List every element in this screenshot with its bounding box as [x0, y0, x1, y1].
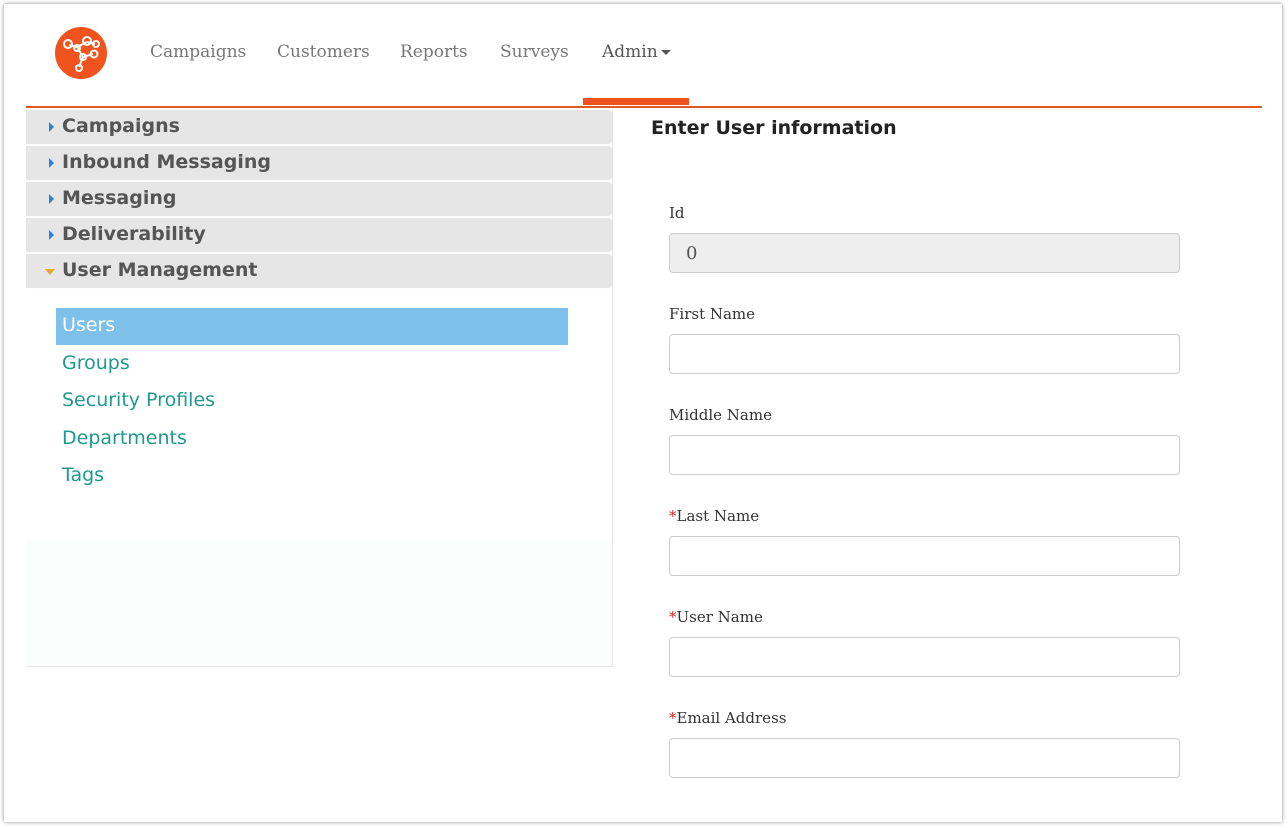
required-marker: * [669, 608, 677, 626]
section-label: Deliverability [62, 223, 206, 245]
first-name-label: First Name [669, 305, 756, 323]
id-label: Id [669, 204, 685, 222]
section-label: Campaigns [62, 115, 180, 137]
sidebar-section-user-management[interactable]: User Management [26, 254, 612, 288]
sidebar-item-label: Groups [62, 352, 130, 374]
sidebar-section-deliverability[interactable]: Deliverability [26, 218, 612, 252]
sidebar-section-messaging[interactable]: Messaging [26, 182, 612, 216]
sidebar-item-label: Tags [62, 464, 105, 486]
sidebar-item-label: Departments [62, 427, 187, 449]
sidebar: Campaigns Inbound Messaging Messaging De… [26, 110, 613, 667]
nav-customers[interactable]: Customers [277, 42, 370, 62]
nav-reports[interactable]: Reports [400, 42, 468, 62]
caret-right-icon [49, 230, 54, 240]
sidebar-item-users[interactable]: Users [56, 308, 568, 345]
nav-campaigns[interactable]: Campaigns [150, 42, 246, 62]
id-field[interactable] [669, 233, 1180, 273]
section-label: Inbound Messaging [62, 151, 271, 173]
caret-right-icon [49, 158, 54, 168]
required-marker: * [669, 709, 677, 727]
header-divider [26, 106, 1262, 108]
first-name-field[interactable] [669, 334, 1180, 374]
section-label: User Management [62, 259, 258, 281]
sidebar-section-inbound-messaging[interactable]: Inbound Messaging [26, 146, 612, 180]
nav-admin-label: Admin [602, 42, 658, 62]
user-name-label: *User Name [669, 608, 763, 626]
user-name-field[interactable] [669, 637, 1180, 677]
sidebar-item-security-profiles[interactable]: Security Profiles [56, 383, 568, 420]
email-label: *Email Address [669, 709, 786, 727]
sidebar-item-label: Users [62, 314, 116, 336]
caret-down-icon [45, 269, 55, 275]
sidebar-item-tags[interactable]: Tags [56, 458, 568, 495]
sidebar-item-label: Security Profiles [62, 389, 216, 411]
email-field[interactable] [669, 738, 1180, 778]
caret-right-icon [49, 194, 54, 204]
brand-logo-icon[interactable] [55, 27, 107, 79]
user-name-label-text: User Name [676, 608, 763, 626]
middle-name-field[interactable] [669, 435, 1180, 475]
sidebar-item-groups[interactable]: Groups [56, 346, 568, 383]
nav-admin[interactable]: Admin [602, 42, 671, 62]
last-name-field[interactable] [669, 536, 1180, 576]
caret-down-icon [660, 50, 671, 55]
nav-surveys[interactable]: Surveys [500, 42, 569, 62]
last-name-label: *Last Name [669, 507, 759, 525]
middle-name-label: Middle Name [669, 406, 772, 424]
email-label-text: Email Address [676, 709, 787, 727]
section-label: Messaging [62, 187, 177, 209]
last-name-label-text: Last Name [676, 507, 760, 525]
sidebar-section-campaigns[interactable]: Campaigns [26, 110, 612, 144]
form-title: Enter User information [651, 117, 897, 139]
sidebar-item-departments[interactable]: Departments [56, 421, 568, 458]
caret-right-icon [49, 122, 54, 132]
required-marker: * [669, 507, 677, 525]
active-nav-indicator [583, 98, 689, 105]
